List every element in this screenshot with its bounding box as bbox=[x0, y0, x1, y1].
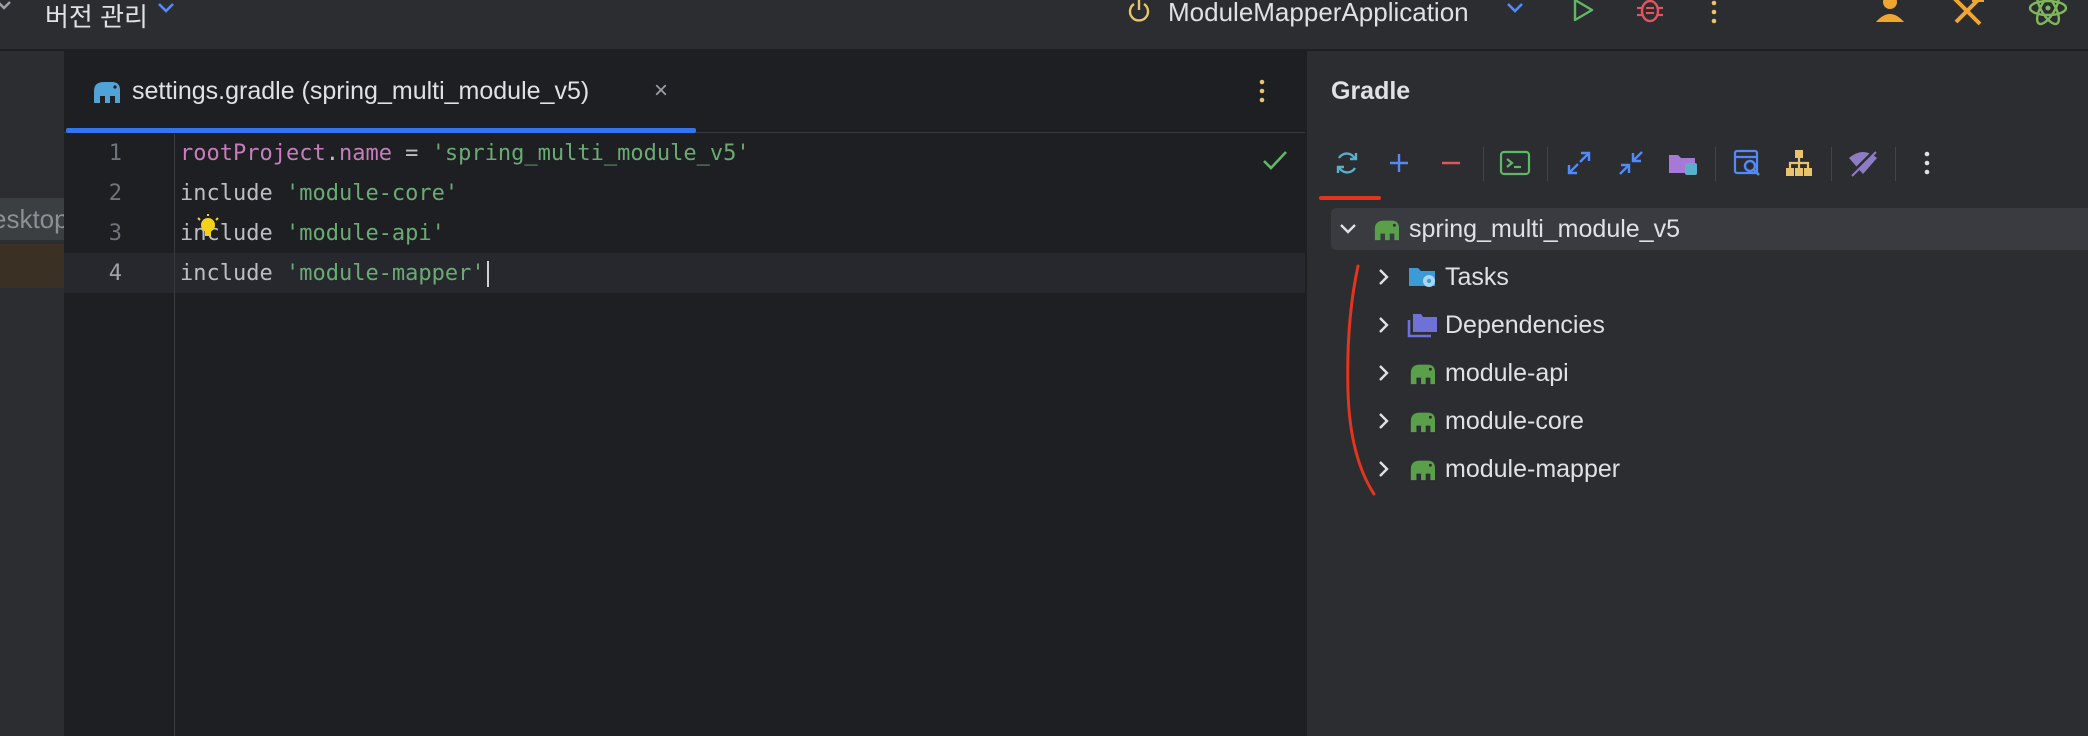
line-number: 4 bbox=[108, 261, 122, 286]
tree-item-root[interactable]: spring_multi_module_v5 bbox=[1307, 208, 2088, 250]
gradle-tool-window: Gradle spring_multi_module_v5 Tasks Depe… bbox=[1306, 51, 2088, 736]
gradle-elephant-icon bbox=[1410, 364, 1435, 385]
code-text: include 'module-core' bbox=[180, 174, 458, 214]
more-vertical-icon[interactable] bbox=[1708, 0, 1720, 26]
collapse-icon[interactable] bbox=[1609, 141, 1653, 185]
debug-icon[interactable] bbox=[1635, 0, 1665, 26]
code-text: rootProject.name = 'spring_multi_module_… bbox=[180, 134, 750, 174]
toolbar-separator bbox=[1895, 147, 1896, 181]
line-number: 3 bbox=[108, 221, 122, 246]
expand-icon[interactable] bbox=[1557, 141, 1601, 185]
offline-icon[interactable] bbox=[1841, 141, 1885, 185]
tree-item-label: Dependencies bbox=[1445, 311, 1605, 339]
close-icon[interactable]: × bbox=[654, 77, 668, 105]
analyze-icon[interactable] bbox=[1725, 141, 1769, 185]
lightbulb-icon[interactable] bbox=[196, 214, 220, 242]
tree-item-label: module-api bbox=[1445, 359, 1569, 387]
more-vertical-icon[interactable] bbox=[1256, 77, 1268, 105]
run-icon[interactable] bbox=[1570, 0, 1596, 24]
toolbar-separator bbox=[1831, 147, 1832, 181]
highlight-block bbox=[0, 244, 64, 288]
minus-icon[interactable] bbox=[1429, 141, 1473, 185]
run-configuration-selector[interactable]: ModuleMapperApplication bbox=[1168, 0, 1469, 28]
plus-icon[interactable] bbox=[1377, 141, 1421, 185]
code-line[interactable]: 3 include 'module-api' bbox=[64, 214, 1305, 254]
gradle-elephant-icon bbox=[1374, 220, 1399, 241]
toolbar-separator bbox=[1547, 147, 1548, 181]
code-token: 'spring_multi_module_v5' bbox=[431, 141, 750, 166]
text-caret bbox=[486, 261, 489, 287]
reload-icon[interactable] bbox=[1325, 141, 1369, 185]
code-token: name bbox=[338, 141, 392, 166]
chevron-down-icon[interactable] bbox=[1505, 0, 1525, 16]
power-icon[interactable] bbox=[1126, 0, 1152, 24]
code-text: include 'module-mapper' bbox=[180, 254, 489, 294]
tree-item-label: module-mapper bbox=[1445, 455, 1621, 483]
code-line[interactable]: 4 include 'module-mapper' bbox=[64, 254, 1305, 294]
annotation-underline bbox=[1319, 196, 1381, 200]
chevron-down-icon[interactable] bbox=[156, 0, 176, 16]
code-token: include bbox=[180, 181, 286, 206]
chevron-down-icon[interactable] bbox=[1337, 218, 1359, 240]
main-toolbar: 버전 관리 ModuleMapperApplication bbox=[0, 0, 2088, 50]
desktop-path-label: esktop bbox=[0, 204, 64, 234]
editor-tab[interactable]: settings.gradle (spring_multi_module_v5)… bbox=[64, 51, 696, 133]
editor-tab-bar: settings.gradle (spring_multi_module_v5)… bbox=[64, 51, 1305, 133]
code-token: rootProject bbox=[180, 141, 326, 166]
gradle-elephant-icon bbox=[1410, 460, 1435, 481]
tree-item-module-mapper[interactable]: module-mapper bbox=[1307, 448, 2088, 490]
tree-item-label: Tasks bbox=[1445, 263, 1509, 291]
tree-item-dependencies[interactable]: Dependencies bbox=[1307, 304, 2088, 346]
tree-item-label: spring_multi_module_v5 bbox=[1409, 215, 1680, 243]
code-token: 'module-api' bbox=[285, 221, 445, 246]
code-line[interactable]: 2 include 'module-core' bbox=[64, 174, 1305, 214]
code-line[interactable]: 1 rootProject.name = 'spring_multi_module… bbox=[64, 134, 1305, 174]
panel-title: Gradle bbox=[1331, 77, 1411, 105]
code-token: 'module-core' bbox=[285, 181, 459, 206]
tree-item-label: module-core bbox=[1445, 407, 1584, 435]
code-token: 'module-mapper' bbox=[285, 261, 485, 286]
toolbar-separator bbox=[1715, 147, 1716, 181]
vcs-menu-label[interactable]: 버전 관리 bbox=[45, 0, 148, 34]
code-token: . bbox=[325, 141, 339, 166]
chevron-down-icon[interactable] bbox=[0, 0, 14, 22]
gradle-elephant-icon bbox=[1410, 412, 1435, 433]
code-editor[interactable]: settings.gradle (spring_multi_module_v5)… bbox=[64, 51, 1305, 736]
toolbar-separator bbox=[1483, 147, 1484, 181]
left-tool-strip: esktop bbox=[0, 51, 64, 736]
line-number: 2 bbox=[108, 181, 122, 206]
folder-link-icon[interactable] bbox=[1661, 141, 1705, 185]
hierarchy-icon[interactable] bbox=[1777, 141, 1821, 185]
more-vertical-icon[interactable] bbox=[1905, 141, 1949, 185]
check-icon bbox=[1263, 151, 1287, 170]
folder-gear-icon bbox=[1409, 268, 1435, 287]
tree-item-module-api[interactable]: module-api bbox=[1307, 352, 2088, 394]
library-icon bbox=[1407, 314, 1437, 338]
atom-icon[interactable] bbox=[2028, 0, 2068, 30]
line-number: 1 bbox=[108, 141, 122, 166]
code-token: include bbox=[180, 261, 286, 286]
desktop-path-chip[interactable]: esktop bbox=[0, 198, 64, 240]
code-token: = bbox=[391, 141, 432, 166]
tab-title: settings.gradle (spring_multi_module_v5) bbox=[132, 77, 590, 105]
annotation-bracket bbox=[1346, 264, 1376, 496]
terminal-icon[interactable] bbox=[1493, 141, 1537, 185]
build-tools-icon[interactable] bbox=[1950, 0, 1986, 26]
user-icon[interactable] bbox=[1872, 0, 1908, 24]
active-tab-indicator bbox=[66, 128, 696, 133]
tree-item-tasks[interactable]: Tasks bbox=[1307, 256, 2088, 298]
tree-item-module-core[interactable]: module-core bbox=[1307, 400, 2088, 442]
gradle-elephant-icon bbox=[94, 82, 120, 103]
